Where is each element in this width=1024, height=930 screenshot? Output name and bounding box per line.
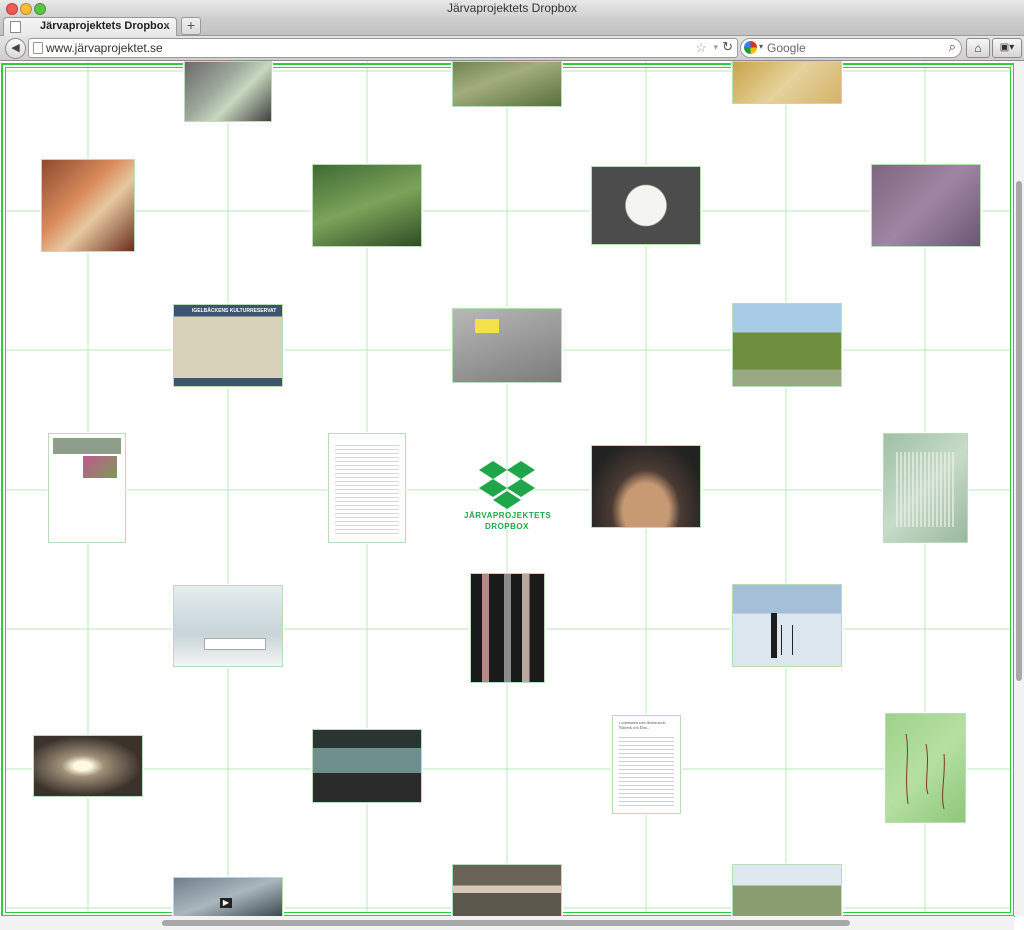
thumb-aerial-field[interactable] [452,61,562,107]
horizontal-scrollbar[interactable] [0,916,1014,930]
page-viewport: IGELBÄCKENS KULTURRESERVAT JÄRVAPROJEKTE… [0,61,1024,930]
thumb-snow-camera[interactable] [732,584,842,667]
plant-drawing [905,733,945,810]
google-icon[interactable] [744,41,757,54]
home-button[interactable]: ⌂ [966,38,990,58]
thumb-3d-model[interactable] [452,308,562,383]
logo-line-1: JÄRVAPROJEKTETS [464,511,552,520]
navigation-bar: ◀ www.järvaprojektet.se ☆ ▾ ↻ ▾ Google ⌕… [0,36,1024,61]
tripod [781,625,793,655]
bookmark-star-icon[interactable]: ☆ [695,40,707,56]
thumb-video-bottom[interactable]: ▶ [173,877,283,917]
search-input[interactable]: Google [767,41,806,55]
back-button[interactable]: ◀ [5,38,26,59]
history-dropdown-icon[interactable]: ▾ [713,42,718,53]
search-bar[interactable]: ▾ Google ⌕ [740,38,962,58]
search-engine-dropdown-icon[interactable]: ▾ [759,42,763,51]
address-bar[interactable]: www.järvaprojektet.se ☆ ▾ ↻ [28,38,738,58]
thumb-lizard[interactable] [591,445,701,528]
tab-close-icon[interactable]: × [164,20,170,32]
person-silhouette [771,613,777,658]
thumb-envelope[interactable] [591,166,701,245]
thumb-green-print[interactable] [883,433,968,543]
thumb-hill[interactable] [732,303,842,387]
thumb-tubes[interactable] [470,573,545,683]
thumb-jars[interactable] [41,159,135,252]
thumb-webpage[interactable] [48,433,126,543]
thumb-street[interactable] [732,864,842,917]
thumb-reserve-sign[interactable]: IGELBÄCKENS KULTURRESERVAT [173,304,283,387]
dropbox-logo[interactable]: JÄRVAPROJEKTETS DROPBOX [464,461,552,533]
webpage-header [53,438,121,454]
window-title: Järvaprojektets Dropbox [446,1,578,15]
thumb-pigs[interactable] [452,864,562,917]
new-tab-button[interactable]: + [181,17,201,35]
text-page-lines [619,734,674,808]
table-shape [204,638,266,650]
print-pattern [896,452,956,527]
window-titlebar: Järvaprojektets Dropbox [0,0,1024,16]
reload-icon[interactable]: ↻ [722,39,733,55]
thumb-forest-video[interactable] [312,164,422,247]
vertical-scrollbar-thumb[interactable] [1016,181,1022,681]
thumb-text-page[interactable]: i sommaren som dessutom är Nätverk och D… [612,715,681,814]
thumb-scaffold[interactable] [732,61,842,104]
tools-menu-button[interactable]: ▣▾ [992,38,1022,58]
logo-line-2: DROPBOX [485,522,529,531]
url-text[interactable]: www.järvaprojektet.se [46,41,163,55]
yellow-panel [475,319,499,333]
thumb-gallery-room[interactable] [173,585,283,667]
document-lines [335,442,399,536]
play-icon[interactable]: ▶ [220,898,232,908]
dropbox-box-icon [479,461,535,509]
search-icon[interactable]: ⌕ [949,39,956,55]
tab-label: Järvaprojektets Dropbox [40,20,170,32]
vertical-scrollbar[interactable] [1014,61,1024,916]
tab-bar: Järvaprojektets Dropbox × + [0,16,1024,36]
thumb-tunnel[interactable] [33,735,143,797]
thumb-herbarium[interactable] [885,713,966,823]
tab-active[interactable]: Järvaprojektets Dropbox × [3,17,177,36]
thumb-document[interactable] [328,433,406,543]
sign-title: IGELBÄCKENS KULTURRESERVAT [192,308,277,314]
thumb-wall-notes[interactable] [184,61,272,122]
thumb-pinboard[interactable] [871,164,981,247]
horizontal-scrollbar-thumb[interactable] [162,920,850,926]
thumb-projection[interactable] [312,729,422,803]
text-page-snippet: i sommaren som dessutom är Nätverk och D… [619,720,666,730]
page-icon [10,21,21,33]
page-icon [33,42,43,54]
webpage-image [83,456,117,478]
